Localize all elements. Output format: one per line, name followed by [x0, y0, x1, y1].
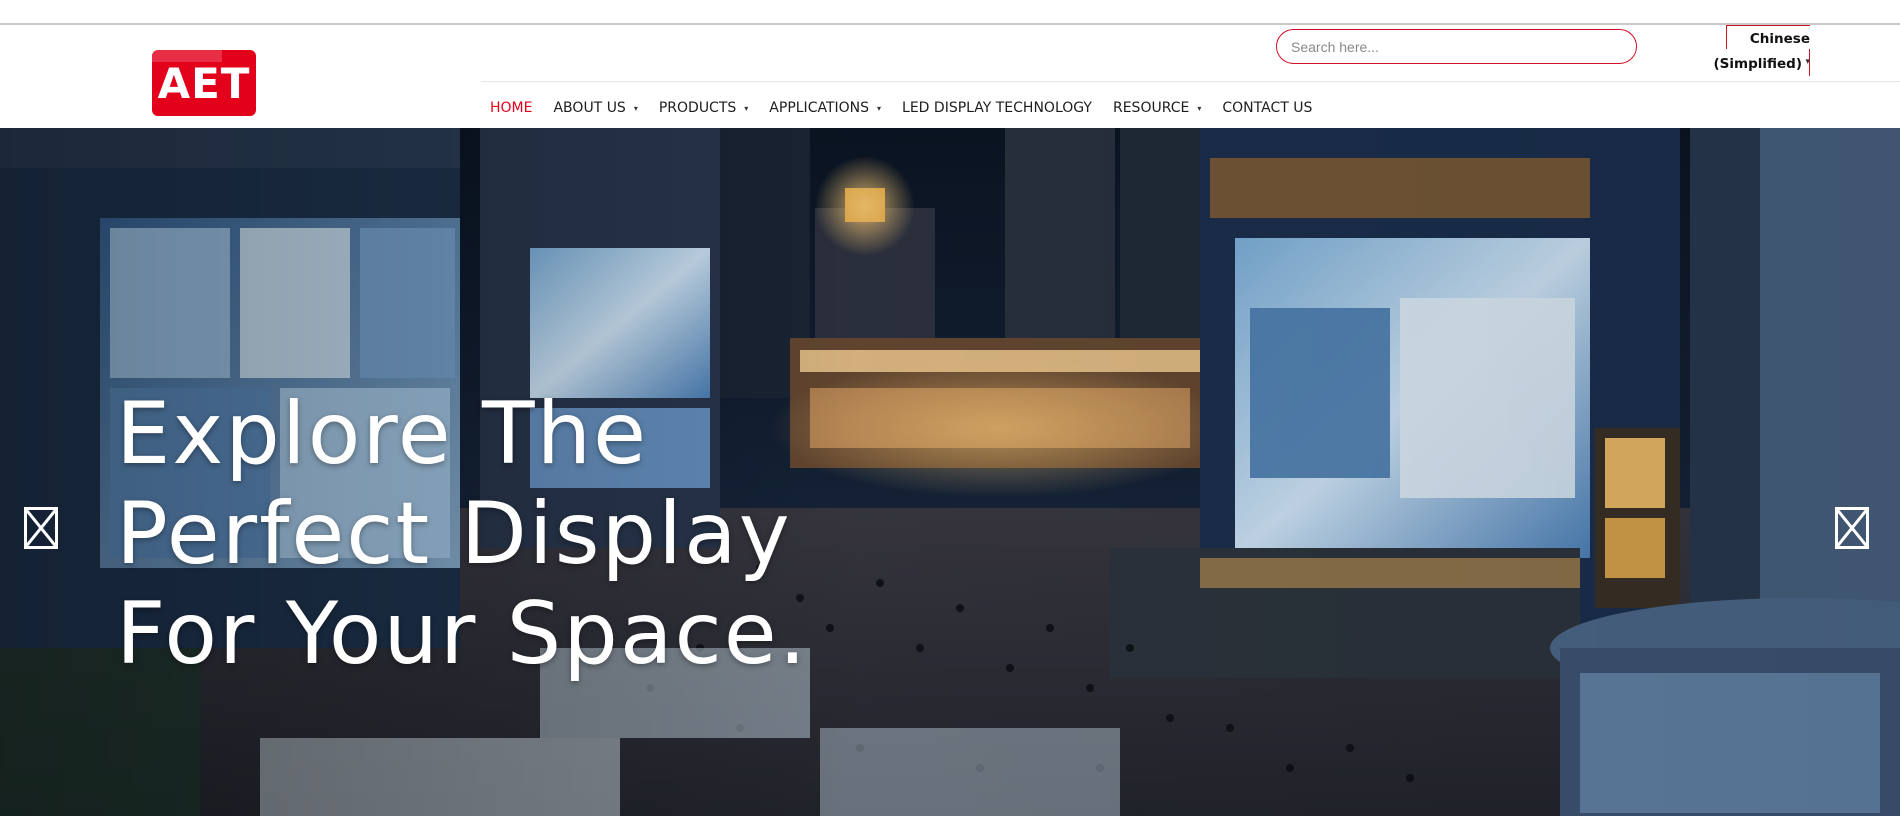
- nav-item-home[interactable]: HOME: [490, 100, 532, 116]
- nav-item-label: RESOURCE: [1112, 100, 1190, 116]
- nav-item-label: HOME: [490, 100, 533, 116]
- logo-glare: [152, 50, 222, 62]
- chevron-down-icon: ▾: [1805, 57, 1810, 67]
- hero-slider: Explore The Perfect Display For Your Spa…: [0, 128, 1900, 816]
- language-label-line2: (Simplified): [1713, 56, 1802, 72]
- slider-prev-arrow-icon[interactable]: [24, 507, 58, 549]
- hero-headline-line-3: For Your Space.: [116, 584, 809, 684]
- nav-item-resource[interactable]: RESOURCE ▾: [1113, 100, 1201, 116]
- aet-logo[interactable]: AET: [152, 50, 256, 116]
- site-header: AET Chinese (Simplified) ▾ HOME ABOUT US…: [0, 25, 1900, 128]
- nav-item-label: PRODUCTS: [658, 100, 737, 116]
- page-content-start: [0, 816, 1900, 840]
- chevron-down-icon: ▾: [744, 103, 749, 113]
- chevron-down-icon: ▾: [877, 103, 882, 113]
- nav-divider: [481, 81, 1900, 82]
- nav-item-label: APPLICATIONS: [769, 100, 870, 116]
- nav-item-label: CONTACT US: [1222, 100, 1313, 116]
- nav-item-label: LED DISPLAY TECHNOLOGY: [902, 100, 1092, 116]
- language-selector[interactable]: Chinese (Simplified) ▾: [1700, 25, 1810, 77]
- nav-item-products[interactable]: PRODUCTS ▾: [659, 100, 748, 116]
- hero-headline-line-1: Explore The: [116, 384, 648, 484]
- slider-next-arrow-icon[interactable]: [1835, 507, 1869, 549]
- nav-item-applications[interactable]: APPLICATIONS ▾: [769, 100, 881, 116]
- chevron-down-icon: ▾: [633, 103, 638, 113]
- nav-item-label: ABOUT US: [553, 100, 626, 116]
- search-box[interactable]: [1276, 29, 1637, 64]
- nav-item-about-us[interactable]: ABOUT US ▾: [553, 100, 637, 116]
- language-label-line1: Chinese: [1749, 31, 1810, 47]
- nav-item-contact-us[interactable]: CONTACT US: [1222, 100, 1312, 116]
- nav-item-led-display-technology[interactable]: LED DISPLAY TECHNOLOGY: [902, 100, 1092, 116]
- hero-headline: Explore The Perfect Display For Your Spa…: [116, 384, 808, 684]
- search-input[interactable]: [1277, 30, 1636, 63]
- logo-text: AET: [157, 58, 251, 108]
- hero-headline-line-2: Perfect Display: [116, 484, 792, 584]
- main-nav: HOME ABOUT US ▾ PRODUCTS ▾ APPLICATIONS …: [490, 96, 1333, 120]
- chevron-down-icon: ▾: [1197, 103, 1202, 113]
